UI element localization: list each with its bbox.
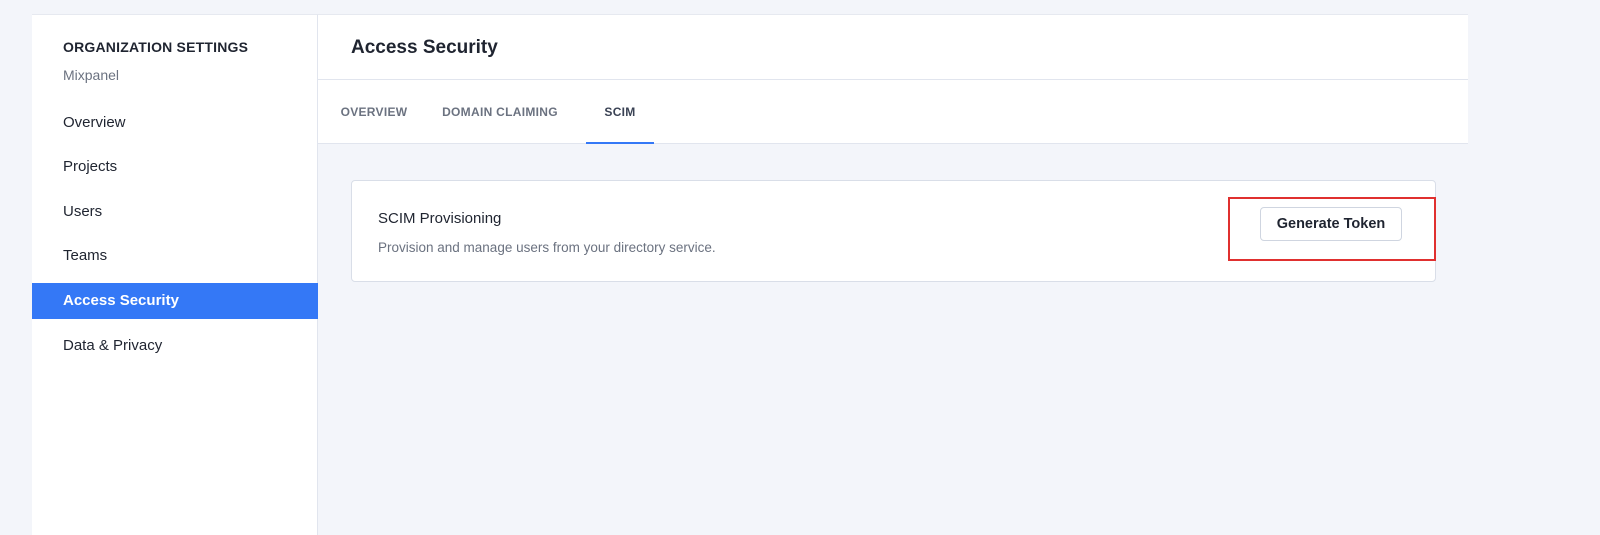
sidebar-item-overview[interactable]: Overview bbox=[32, 105, 318, 141]
page-header: Access Security bbox=[318, 14, 1468, 80]
card-title: SCIM Provisioning bbox=[378, 210, 502, 227]
sidebar-item-data-privacy[interactable]: Data & Privacy bbox=[32, 328, 318, 364]
main-content: Access Security OVERVIEW DOMAIN CLAIMING… bbox=[318, 14, 1468, 535]
sidebar-item-users[interactable]: Users bbox=[32, 194, 318, 230]
page-title: Access Security bbox=[351, 37, 498, 58]
org-settings-heading: ORGANIZATION SETTINGS bbox=[63, 39, 249, 55]
org-name: Mixpanel bbox=[63, 67, 120, 83]
tab-overview[interactable]: OVERVIEW bbox=[340, 80, 408, 144]
tab-domain-claiming[interactable]: DOMAIN CLAIMING bbox=[438, 80, 562, 144]
sidebar: ORGANIZATION SETTINGS Mixpanel Overview … bbox=[32, 14, 318, 535]
sidebar-item-access-security[interactable]: Access Security bbox=[32, 283, 318, 319]
sidebar-item-teams[interactable]: Teams bbox=[32, 238, 318, 274]
generate-token-button[interactable]: Generate Token bbox=[1260, 207, 1402, 241]
scim-provisioning-card: SCIM Provisioning Provision and manage u… bbox=[351, 180, 1436, 282]
tab-scim[interactable]: SCIM bbox=[586, 80, 654, 144]
tab-bar: OVERVIEW DOMAIN CLAIMING SCIM bbox=[318, 80, 1468, 144]
card-description: Provision and manage users from your dir… bbox=[378, 240, 716, 255]
sidebar-item-projects[interactable]: Projects bbox=[32, 149, 318, 185]
